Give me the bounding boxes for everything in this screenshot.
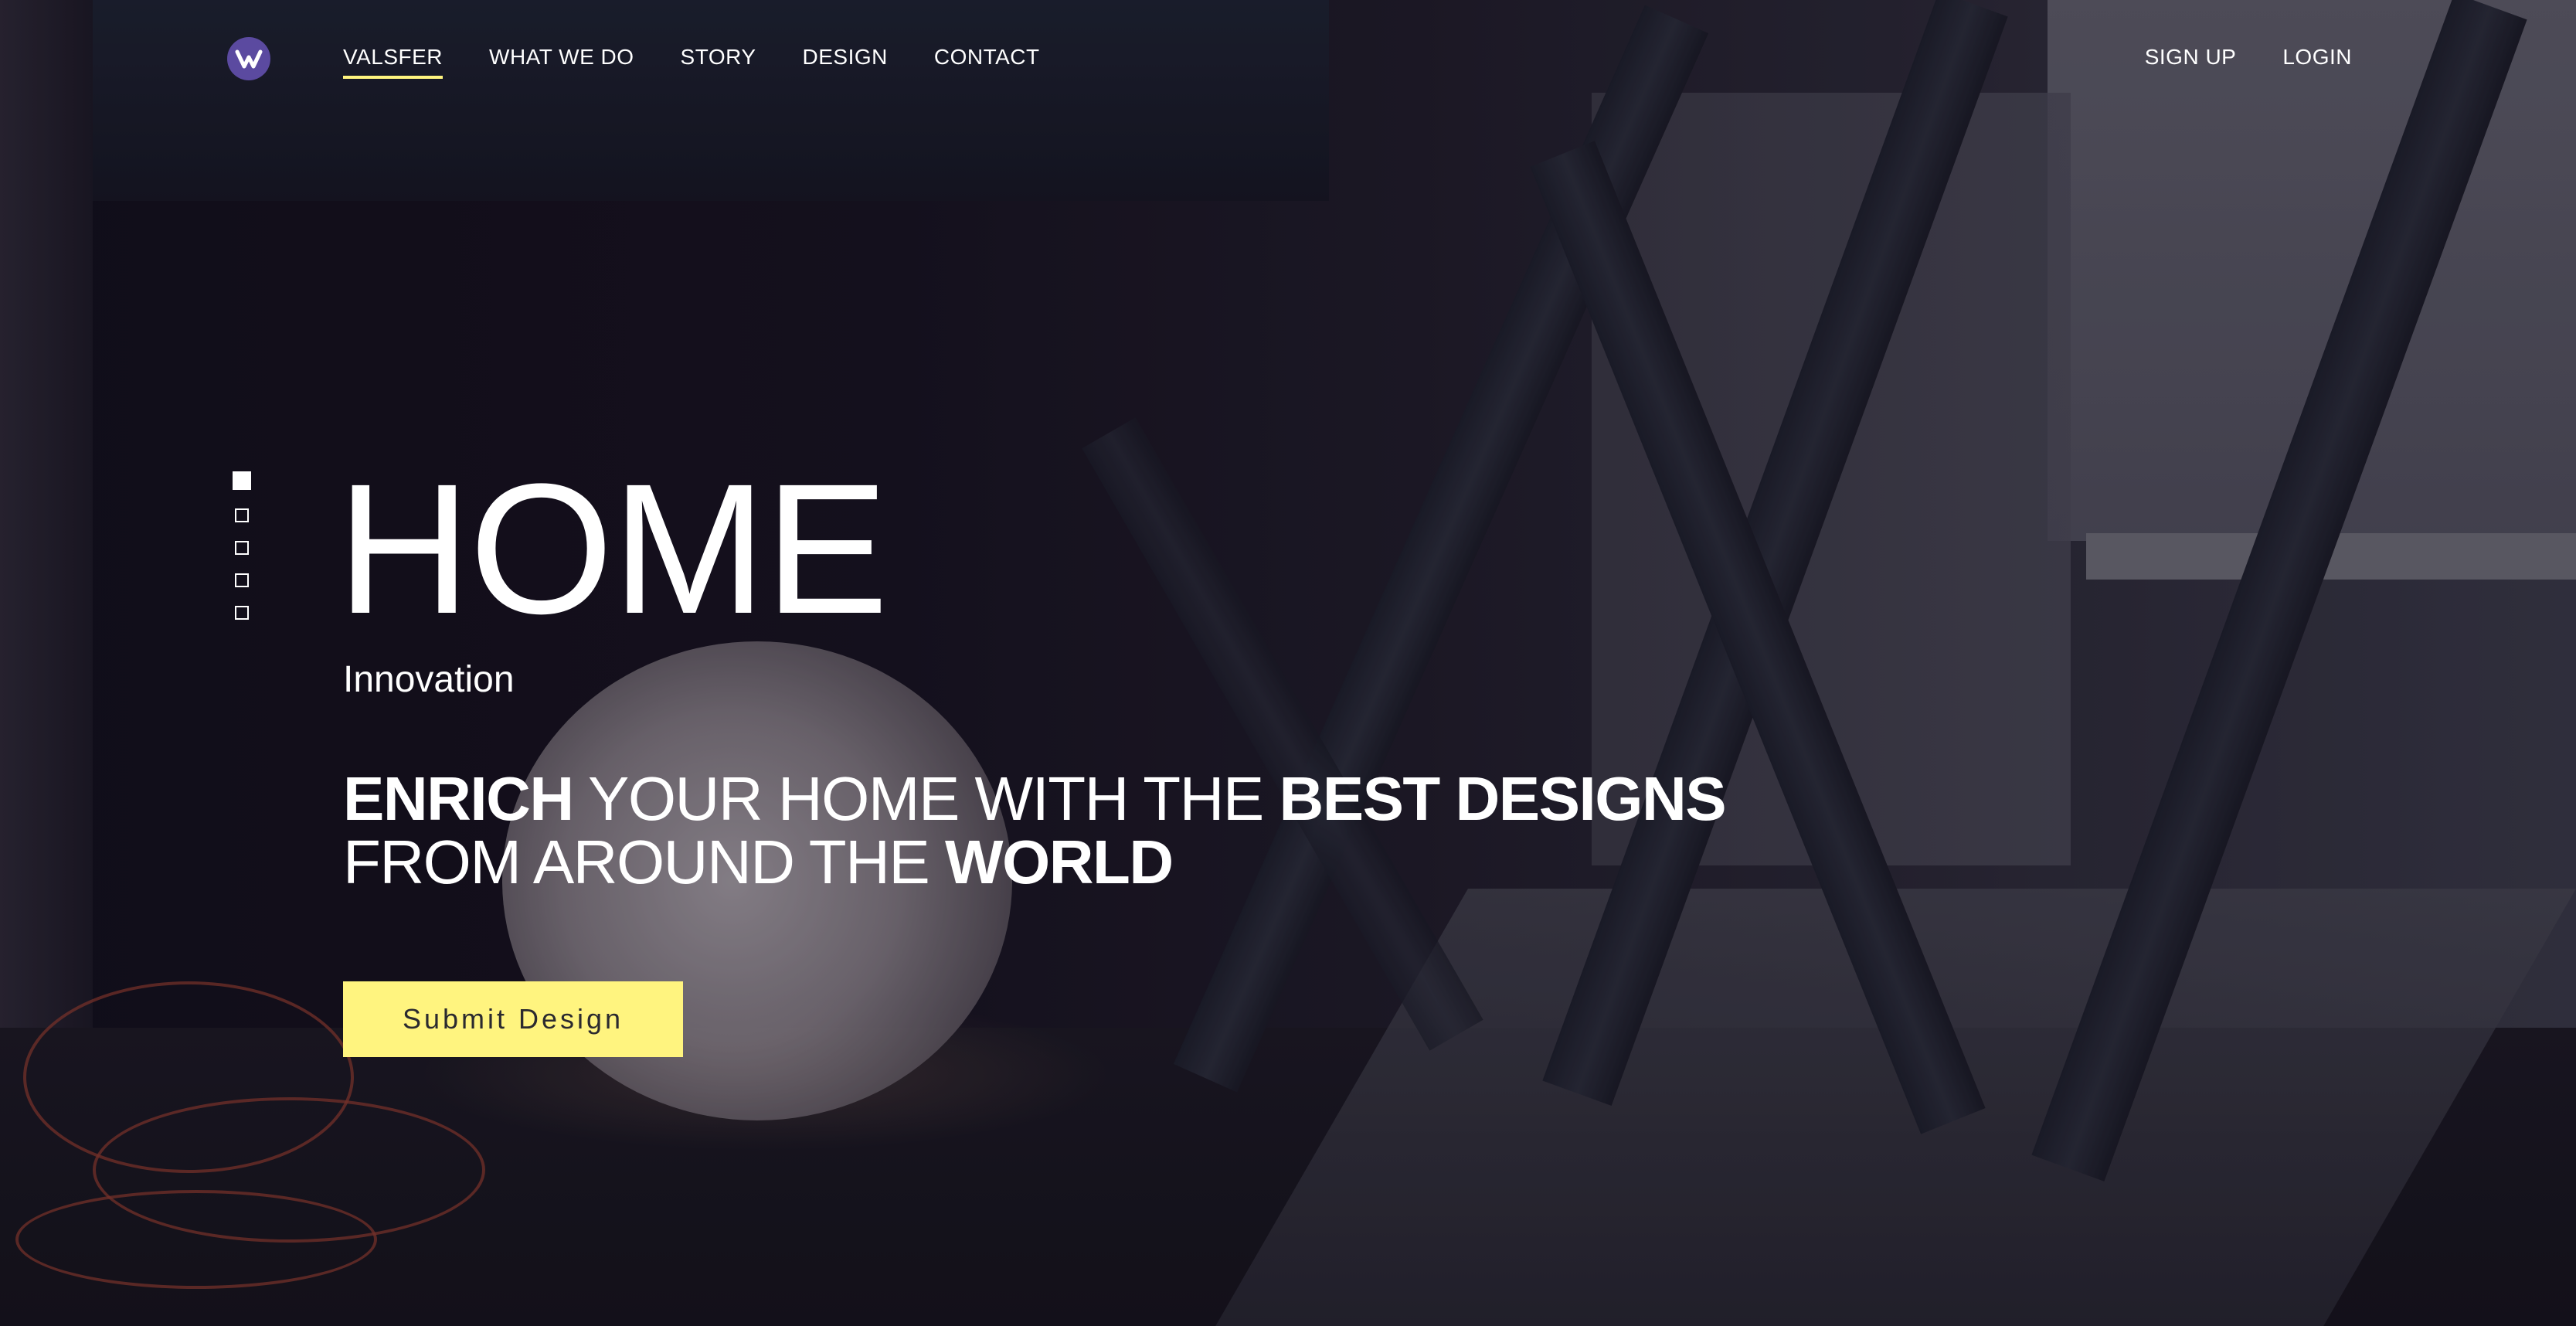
tagline-text: FROM AROUND THE bbox=[343, 828, 946, 896]
hero-section: VALSFER WHAT WE DO STORY DESIGN CONTACT … bbox=[0, 0, 2576, 1326]
submit-design-button[interactable]: Submit Design bbox=[343, 981, 683, 1057]
tagline-word-enrich: ENRICH bbox=[343, 764, 574, 833]
nav-item-what-we-do[interactable]: WHAT WE DO bbox=[489, 45, 634, 79]
slide-indicator-4[interactable] bbox=[235, 573, 249, 587]
slide-indicator-1[interactable] bbox=[233, 471, 251, 490]
slide-indicators bbox=[233, 471, 251, 620]
hero-subtitle: Innovation bbox=[343, 659, 515, 700]
brand-logo[interactable] bbox=[227, 37, 270, 80]
tagline-word-best-designs: BEST DESIGNS bbox=[1279, 764, 1726, 833]
nav-item-design[interactable]: DESIGN bbox=[803, 45, 888, 79]
tagline-word-world: WORLD bbox=[945, 828, 1174, 896]
tagline-text: YOUR HOME WITH THE bbox=[573, 764, 1280, 833]
login-link[interactable]: LOGIN bbox=[2282, 45, 2352, 79]
nav-item-valsfer[interactable]: VALSFER bbox=[343, 45, 443, 79]
slide-indicator-3[interactable] bbox=[235, 541, 249, 555]
signup-link[interactable]: SIGN UP bbox=[2145, 45, 2237, 79]
nav-item-contact[interactable]: CONTACT bbox=[934, 45, 1040, 79]
main-nav: VALSFER WHAT WE DO STORY DESIGN CONTACT bbox=[343, 45, 1040, 79]
hero-tagline: ENRICH YOUR HOME WITH THE BEST DESIGNS F… bbox=[343, 767, 1734, 894]
nav-item-story[interactable]: STORY bbox=[681, 45, 756, 79]
slide-indicator-2[interactable] bbox=[235, 508, 249, 522]
valsfer-logo-icon bbox=[235, 49, 263, 69]
slide-indicator-5[interactable] bbox=[235, 606, 249, 620]
hero-title: HOME bbox=[337, 445, 889, 652]
auth-links: SIGN UP LOGIN bbox=[2145, 45, 2352, 79]
